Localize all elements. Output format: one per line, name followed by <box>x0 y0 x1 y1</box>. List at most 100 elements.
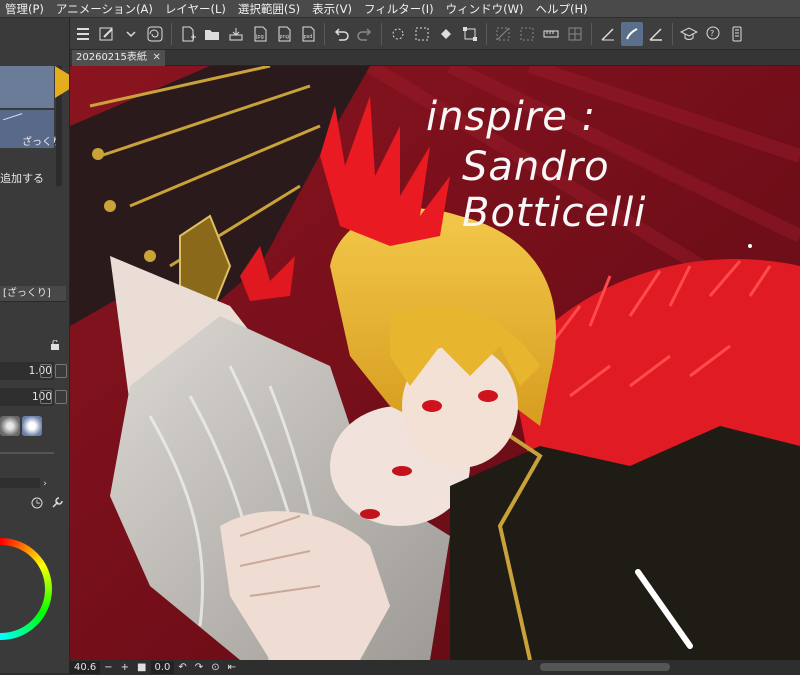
brush-size-stepper[interactable] <box>40 364 52 378</box>
fill-button[interactable] <box>435 22 457 46</box>
toolbar-divider <box>591 22 592 45</box>
sub-tool-item-selected[interactable] <box>0 66 54 108</box>
zoom-field[interactable]: 40.6 <box>70 661 101 674</box>
transform-button[interactable] <box>459 22 481 46</box>
pen-icon <box>626 27 638 39</box>
psd-file-icon: psd <box>302 26 315 41</box>
spinner-icon <box>392 28 404 39</box>
loading-button[interactable] <box>387 22 409 46</box>
vector-tool-button[interactable] <box>645 22 667 46</box>
rotate-left-button[interactable]: ↶ <box>174 662 190 673</box>
companion-button[interactable] <box>144 22 166 46</box>
menu-selection[interactable]: 選択範囲(S) <box>233 0 307 18</box>
zoom-in-button[interactable]: + <box>117 662 133 673</box>
white-dot <box>748 244 752 248</box>
brush-tip-hard[interactable] <box>22 416 42 436</box>
open-button[interactable] <box>201 22 223 46</box>
invert-selection-icon <box>520 27 534 40</box>
export-jpg-button[interactable]: jpg <box>249 22 271 46</box>
flip-button[interactable]: ⇤ <box>224 662 240 673</box>
hamburger-icon <box>77 27 89 40</box>
document-title: 20260215表紙 <box>76 52 147 63</box>
menu-animation[interactable]: アニメーション(A) <box>51 0 160 18</box>
brush-tip-row <box>0 416 54 438</box>
new-canvas-button[interactable] <box>177 22 199 46</box>
menu-view[interactable]: 表示(V) <box>307 0 359 18</box>
close-tab-button[interactable]: ✕ <box>153 50 161 66</box>
zoom-out-button[interactable]: − <box>100 662 116 673</box>
document-tab[interactable]: 20260215表紙 ✕ <box>72 50 165 66</box>
undo-button[interactable] <box>330 22 352 46</box>
stabilization-slider[interactable] <box>0 452 54 460</box>
dropdown-button[interactable] <box>120 22 142 46</box>
deselect-icon <box>496 27 510 40</box>
status-bar: 40.6 − + ■ 0.0 ↶ ↷ ⊙ ⇤ <box>70 660 800 675</box>
brush-size-pressure-button[interactable] <box>55 364 67 378</box>
tutorial-button[interactable] <box>678 22 700 46</box>
wrench-icon[interactable] <box>50 496 64 510</box>
clock-icon[interactable] <box>30 496 44 510</box>
invert-selection-button[interactable] <box>516 22 538 46</box>
density-pressure-button[interactable] <box>55 390 67 404</box>
color-wheel[interactable] <box>0 538 52 640</box>
red-eye <box>422 400 442 412</box>
ruler-button[interactable] <box>540 22 562 46</box>
help-button[interactable]: ? <box>702 22 724 46</box>
transform-icon <box>463 26 477 41</box>
menu-help[interactable]: ヘルプ(H) <box>530 0 594 18</box>
export-png-button[interactable]: png <box>273 22 295 46</box>
horizontal-scrollbar[interactable] <box>540 663 670 671</box>
canvas-area[interactable]: inspire : Sandro Botticelli <box>70 66 800 660</box>
undo-icon <box>334 27 349 41</box>
reset-rotation-button[interactable]: ⊙ <box>207 662 223 673</box>
svg-text:jpg: jpg <box>255 34 264 40</box>
straight-line-button[interactable] <box>597 22 619 46</box>
menu-manage[interactable]: 管理(P) <box>0 0 51 18</box>
redo-button[interactable] <box>354 22 376 46</box>
toolbar-divider <box>381 22 382 45</box>
color-triangle[interactable] <box>55 66 69 98</box>
smartphone-button[interactable] <box>726 22 748 46</box>
line-tool-icon <box>601 27 614 41</box>
ruler-icon <box>543 30 559 37</box>
png-file-icon: png <box>278 26 291 41</box>
brush-icon <box>99 27 113 40</box>
graduation-cap-icon <box>680 26 698 40</box>
save-icon <box>229 27 243 40</box>
gold-stud <box>144 250 156 262</box>
handwritten-artist-text: Sandro Botticelli <box>462 144 647 236</box>
lock-icon[interactable] <box>50 340 60 350</box>
tool-property-tab[interactable]: [ざっくり] <box>0 286 66 302</box>
color-wheel-center <box>0 545 45 633</box>
document-tab-bar: 20260215表紙 ✕ <box>70 50 800 66</box>
export-psd-button[interactable]: psd <box>297 22 319 46</box>
new-file-icon <box>182 26 196 41</box>
add-label[interactable]: 追加する <box>0 170 44 186</box>
brush-settings-button[interactable] <box>96 22 118 46</box>
clear-icon <box>415 27 429 40</box>
secondary-slider[interactable] <box>0 478 40 488</box>
tool-property-panel: ざっくり 追加する [ざっくり] 1.00 100 › 0 63 <box>0 18 70 675</box>
chevron-right-icon[interactable]: › <box>38 478 52 490</box>
clear-button[interactable] <box>411 22 433 46</box>
snap-button[interactable] <box>564 22 586 46</box>
command-bar: jpg png psd ? <box>70 18 800 50</box>
gold-stud <box>104 200 116 212</box>
deselect-button[interactable] <box>492 22 514 46</box>
fit-button[interactable]: ■ <box>133 662 150 673</box>
menu-window[interactable]: ウィンドウ(W) <box>441 0 531 18</box>
rotate-right-button[interactable]: ↷ <box>191 662 207 673</box>
menu-filter[interactable]: フィルター(I) <box>359 0 441 18</box>
red-eye <box>478 390 498 402</box>
save-button[interactable] <box>225 22 247 46</box>
help-bubble-icon: ? <box>706 26 720 39</box>
gold-stud <box>92 148 104 160</box>
hamburger-menu-button[interactable] <box>72 22 94 46</box>
density-stepper[interactable] <box>40 390 52 404</box>
brush-tip-soft[interactable] <box>0 416 20 436</box>
rotation-field[interactable]: 0.0 <box>150 661 175 674</box>
svg-text:png: png <box>280 34 290 40</box>
pen-tool-button[interactable] <box>621 21 643 46</box>
toolbar-divider <box>486 22 487 45</box>
menu-layer[interactable]: レイヤー(L) <box>160 0 233 18</box>
